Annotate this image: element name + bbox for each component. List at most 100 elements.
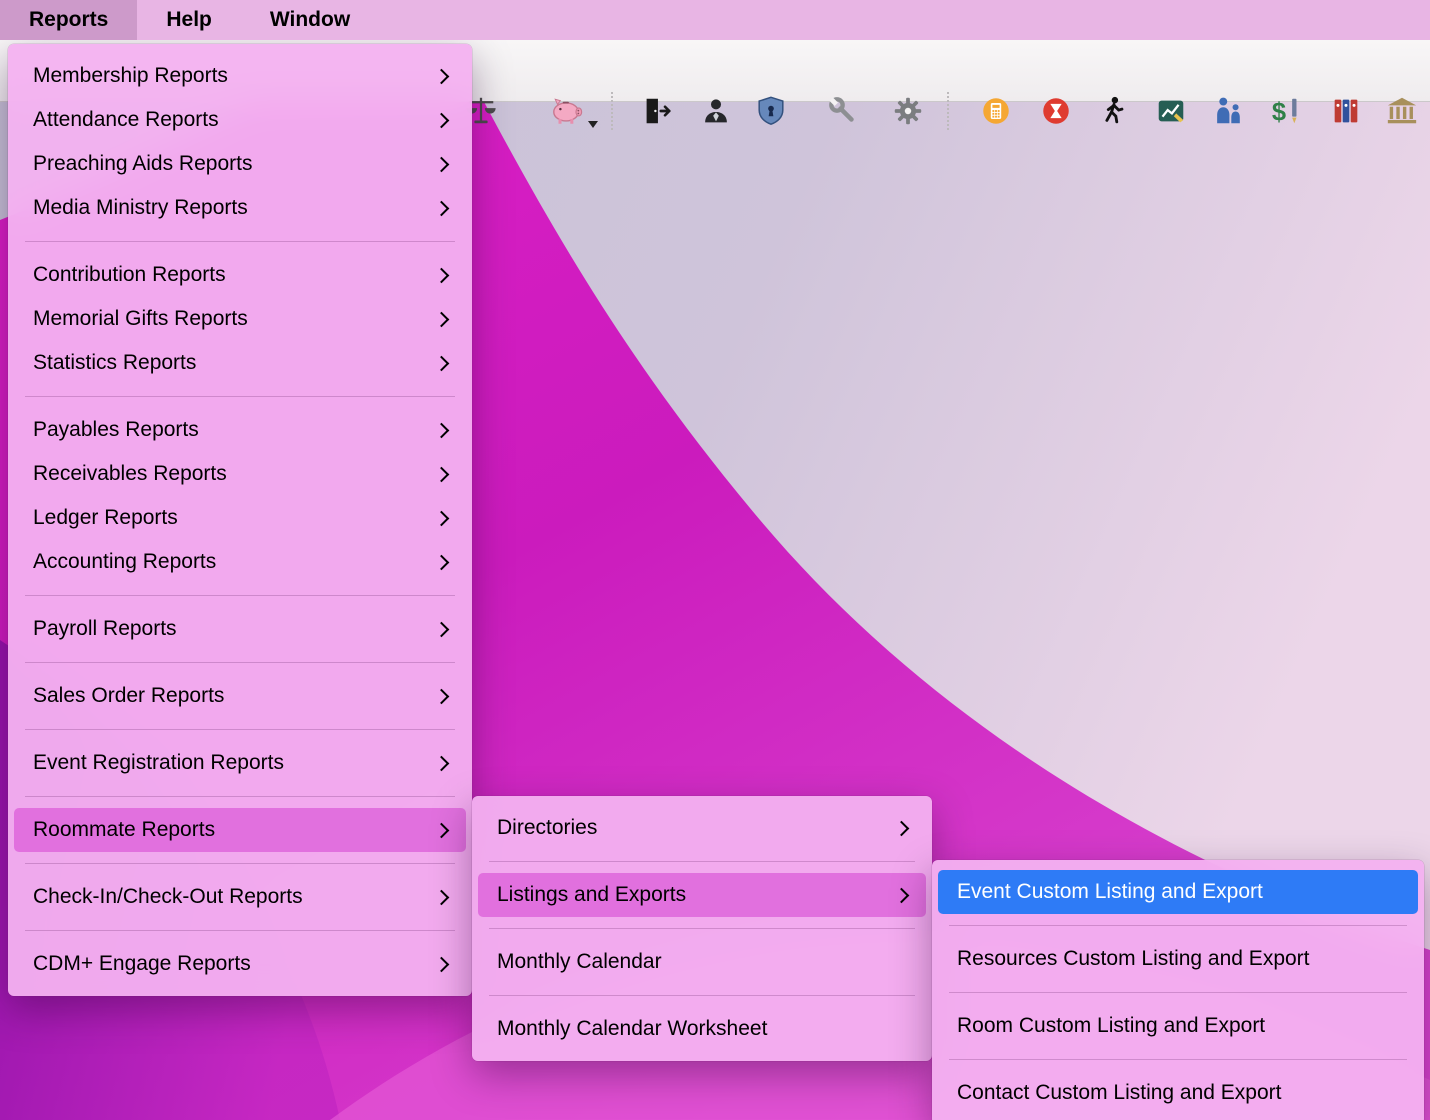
walking-person-icon[interactable] (1095, 93, 1131, 129)
menu-item-receivables-reports[interactable]: Receivables Reports (14, 452, 466, 496)
menu-separator (25, 241, 455, 242)
dollar-pen-icon[interactable]: $ (1268, 93, 1304, 129)
menu-item-label: Event Custom Listing and Export (957, 880, 1404, 904)
toolbar-separator (611, 92, 613, 130)
menu-item-event-registration-reports[interactable]: Event Registration Reports (14, 741, 466, 785)
menu-separator (25, 729, 455, 730)
menu-item-statistics-reports[interactable]: Statistics Reports (14, 341, 466, 385)
menu-item-listings-and-exports[interactable]: Listings and Exports (478, 873, 926, 917)
menu-item-label: Memorial Gifts Reports (33, 307, 436, 331)
menu-item-label: Contribution Reports (33, 263, 436, 287)
menu-item-preaching-aids-reports[interactable]: Preaching Aids Reports (14, 142, 466, 186)
submenu-chevron-icon (434, 355, 450, 371)
menubar-item-reports[interactable]: Reports (0, 0, 137, 40)
submenu-chevron-icon (434, 755, 450, 771)
menu-separator (949, 992, 1407, 993)
menu-item-cdm-engage-reports[interactable]: CDM+ Engage Reports (14, 942, 466, 986)
menu-item-label: Contact Custom Listing and Export (957, 1081, 1404, 1105)
menu-item-label: Receivables Reports (33, 462, 436, 486)
menu-item-label: Statistics Reports (33, 351, 436, 375)
security-shield-icon[interactable] (753, 93, 789, 129)
menu-separator (25, 863, 455, 864)
logout-door-icon[interactable] (639, 93, 675, 129)
menu-separator (949, 1059, 1407, 1060)
bank-building-icon[interactable] (1384, 93, 1420, 129)
menu-item-sales-order-reports[interactable]: Sales Order Reports (14, 674, 466, 718)
submenu-chevron-icon (434, 621, 450, 637)
dropdown-caret-icon[interactable] (588, 121, 598, 128)
menu-item-membership-reports[interactable]: Membership Reports (14, 54, 466, 98)
submenu-chevron-icon (434, 311, 450, 327)
menu-item-payables-reports[interactable]: Payables Reports (14, 408, 466, 452)
submenu-chevron-icon (434, 889, 450, 905)
submenu-chevron-icon (434, 822, 450, 838)
menu-item-label: Payables Reports (33, 418, 436, 442)
menu-item-label: Resources Custom Listing and Export (957, 947, 1404, 971)
menu-item-label: Check-In/Check-Out Reports (33, 885, 436, 909)
submenu-chevron-icon (434, 267, 450, 283)
menu-item-accounting-reports[interactable]: Accounting Reports (14, 540, 466, 584)
submenu-chevron-icon (434, 466, 450, 482)
menu-item-contribution-reports[interactable]: Contribution Reports (14, 253, 466, 297)
menu-item-label: Roommate Reports (33, 818, 436, 842)
submenu-chevron-icon (434, 510, 450, 526)
menu-item-label: Ledger Reports (33, 506, 436, 530)
menu-item-directories[interactable]: Directories (478, 806, 926, 850)
menu-separator (25, 396, 455, 397)
piggy-bank-icon[interactable] (549, 93, 585, 129)
listings-and-exports-submenu: Event Custom Listing and Export Resource… (932, 860, 1424, 1120)
menu-item-label: CDM+ Engage Reports (33, 952, 436, 976)
submenu-chevron-icon (894, 820, 910, 836)
menu-item-monthly-calendar[interactable]: Monthly Calendar (478, 940, 926, 984)
family-icon[interactable] (1210, 93, 1246, 129)
menu-item-payroll-reports[interactable]: Payroll Reports (14, 607, 466, 651)
menu-item-label: Preaching Aids Reports (33, 152, 436, 176)
menu-item-monthly-calendar-worksheet[interactable]: Monthly Calendar Worksheet (478, 1007, 926, 1051)
binders-icon[interactable] (1328, 93, 1364, 129)
menu-item-media-ministry-reports[interactable]: Media Ministry Reports (14, 186, 466, 230)
menu-separator (25, 662, 455, 663)
submenu-chevron-icon (434, 422, 450, 438)
menu-item-event-custom-listing-and-export[interactable]: Event Custom Listing and Export (938, 870, 1418, 914)
menu-item-check-in-check-out-reports[interactable]: Check-In/Check-Out Reports (14, 875, 466, 919)
toolbar-separator (947, 92, 949, 130)
submenu-chevron-icon (434, 200, 450, 216)
menu-item-ledger-reports[interactable]: Ledger Reports (14, 496, 466, 540)
menu-item-roommate-reports[interactable]: Roommate Reports (14, 808, 466, 852)
menu-item-room-custom-listing-and-export[interactable]: Room Custom Listing and Export (938, 1004, 1418, 1048)
hourglass-icon[interactable] (1038, 93, 1074, 129)
menu-item-label: Monthly Calendar Worksheet (497, 1017, 912, 1041)
wrench-icon[interactable] (825, 93, 861, 129)
submenu-chevron-icon (434, 688, 450, 704)
menubar-item-help[interactable]: Help (137, 0, 241, 40)
submenu-chevron-icon (434, 554, 450, 570)
menu-separator (25, 930, 455, 931)
menu-item-label: Attendance Reports (33, 108, 436, 132)
menu-item-label: Payroll Reports (33, 617, 436, 641)
person-icon[interactable] (698, 93, 734, 129)
menu-item-label: Directories (497, 816, 896, 840)
menu-separator (489, 928, 915, 929)
menu-item-label: Accounting Reports (33, 550, 436, 574)
menu-separator (25, 796, 455, 797)
calculator-icon[interactable] (978, 93, 1014, 129)
menu-item-label: Monthly Calendar (497, 950, 912, 974)
menubar-item-window[interactable]: Window (241, 0, 379, 40)
menu-item-resources-custom-listing-and-export[interactable]: Resources Custom Listing and Export (938, 937, 1418, 981)
menu-item-contact-custom-listing-and-export[interactable]: Contact Custom Listing and Export (938, 1071, 1418, 1115)
chart-pen-icon[interactable] (1153, 93, 1189, 129)
menu-item-label: Listings and Exports (497, 883, 896, 907)
svg-text:$: $ (1272, 98, 1286, 126)
desktop: $ Reports He (0, 0, 1430, 1120)
menu-item-memorial-gifts-reports[interactable]: Memorial Gifts Reports (14, 297, 466, 341)
roommate-reports-submenu: Directories Listings and Exports Monthly… (472, 796, 932, 1061)
menu-item-label: Event Registration Reports (33, 751, 436, 775)
menu-bar: Reports Help Window (0, 0, 1430, 40)
submenu-chevron-icon (434, 156, 450, 172)
menu-separator (489, 995, 915, 996)
menu-item-label: Membership Reports (33, 64, 436, 88)
gear-icon[interactable] (890, 93, 926, 129)
submenu-chevron-icon (434, 956, 450, 972)
menu-item-attendance-reports[interactable]: Attendance Reports (14, 98, 466, 142)
menu-item-label: Media Ministry Reports (33, 196, 436, 220)
